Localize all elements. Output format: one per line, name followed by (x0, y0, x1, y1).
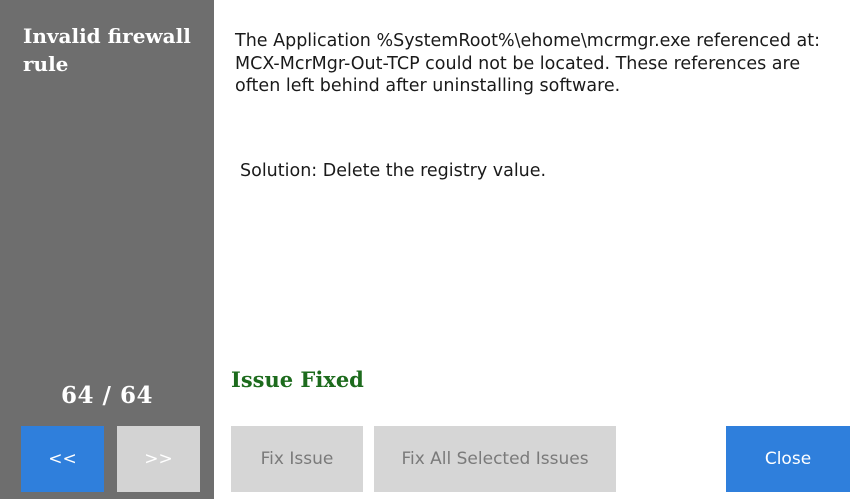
issue-status: Issue Fixed (231, 367, 364, 392)
close-button[interactable]: Close (726, 426, 850, 492)
fix-issue-button[interactable]: Fix Issue (231, 426, 363, 492)
issue-description: The Application %SystemRoot%\ehome\mcrmg… (235, 31, 820, 96)
issue-dialog: Invalid firewall rule 64 / 64 << >> The … (0, 0, 865, 499)
issue-solution: Solution: Delete the registry value. (240, 161, 547, 181)
next-issue-button[interactable]: >> (117, 426, 200, 492)
previous-issue-button[interactable]: << (21, 426, 104, 492)
issue-counter: 64 / 64 (61, 382, 153, 409)
sidebar: Invalid firewall rule 64 / 64 << >> (0, 0, 214, 499)
fix-all-selected-issues-button[interactable]: Fix All Selected Issues (374, 426, 616, 492)
issue-type-title: Invalid firewall rule (23, 24, 191, 76)
